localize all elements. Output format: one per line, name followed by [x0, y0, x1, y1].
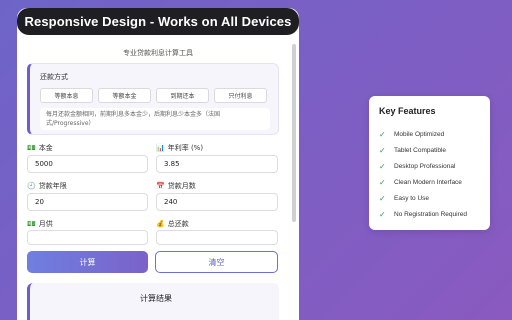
rate-label: 📊 年利率 (%) [156, 144, 204, 152]
check-icon: ✓ [379, 145, 386, 155]
check-icon: ✓ [379, 161, 386, 171]
clear-button[interactable]: 清空 [155, 251, 278, 273]
money-icon: 💵 [27, 144, 36, 152]
scrollbar[interactable] [292, 44, 296, 222]
principal-label: 💵 本金 [27, 144, 53, 152]
list-item: ✓ Desktop Professional [379, 161, 456, 171]
list-item: ✓ Mobile Optimized [379, 129, 445, 139]
years-label: 🕘 贷款年限 [27, 182, 67, 190]
check-icon: ✓ [379, 129, 386, 139]
calculate-button[interactable]: 计算 [27, 251, 148, 273]
method-option-bullet[interactable]: 到期还本 [156, 88, 209, 103]
calendar-icon: 📅 [156, 182, 165, 190]
method-option-equal-installment[interactable]: 等额本息 [40, 88, 93, 103]
list-item: ✓ Easy to Use [379, 193, 430, 203]
check-icon: ✓ [379, 193, 386, 203]
rate-input[interactable]: 3.85 [156, 155, 278, 173]
list-item: ✓ Tablet Compatible [379, 145, 447, 155]
money-icon: 💵 [27, 220, 36, 228]
monthly-payment-output [27, 230, 148, 245]
months-input[interactable]: 240 [156, 193, 278, 211]
check-icon: ✓ [379, 209, 386, 219]
chart-icon: 📊 [156, 144, 165, 152]
total-payment-output [156, 230, 278, 245]
features-list: ✓ Mobile Optimized ✓ Tablet Compatible ✓ De… [379, 126, 467, 222]
result-panel: 计算结果 [27, 283, 279, 320]
app-subtitle: 专业贷款利息计算工具 [123, 49, 193, 57]
clock-icon: 🕘 [27, 182, 36, 190]
result-title: 计算结果 [140, 294, 172, 303]
banner-title: Responsive Design - Works on All Devices [17, 8, 299, 35]
list-item: ✓ Clean Modern Interface [379, 177, 462, 187]
monthly-payment-label: 💵 月供 [27, 220, 53, 228]
list-item: ✓ No Registration Required [379, 209, 467, 219]
method-option-equal-principal[interactable]: 等额本金 [98, 88, 151, 103]
repayment-method-panel: 还款方式 等额本息 等额本金 到期还本 只付利息 每月还款金额相同，前期利息多本… [27, 63, 279, 135]
total-payment-label: 💰 总还款 [156, 220, 189, 228]
key-features-card: Key Features ✓ Mobile Optimized ✓ Tablet C… [369, 96, 490, 230]
method-description: 每月还款金额相同，前期利息多本金少，后期利息少本金多（法国式/Progressi… [40, 108, 270, 130]
years-input[interactable]: 20 [27, 193, 148, 211]
repayment-method-title: 还款方式 [40, 73, 68, 81]
bag-icon: 💰 [156, 220, 165, 228]
principal-input[interactable]: 5000 [27, 155, 148, 173]
months-label: 📅 贷款月数 [156, 182, 196, 190]
calculator-device: 专业贷款利息计算工具 还款方式 等额本息 等额本金 到期还本 只付利息 每月还款… [17, 8, 299, 320]
check-icon: ✓ [379, 177, 386, 187]
key-features-title: Key Features [379, 106, 436, 116]
method-option-interest-only[interactable]: 只付利息 [214, 88, 267, 103]
